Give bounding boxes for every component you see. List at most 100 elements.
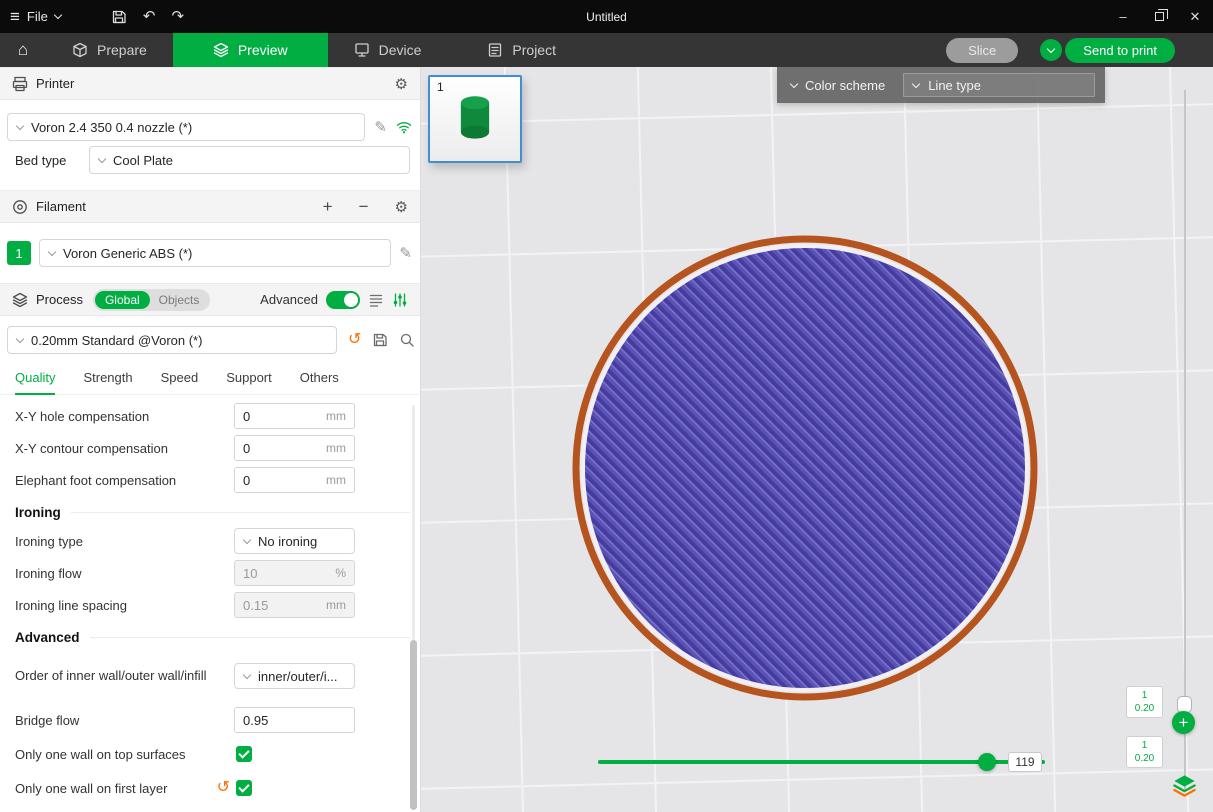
undo-button[interactable]: ↶ — [143, 9, 156, 24]
param-label: Only one wall on top surfaces — [15, 747, 236, 762]
parameter-table-icon[interactable] — [368, 292, 384, 308]
tab-strength[interactable]: Strength — [83, 370, 132, 394]
file-menu-label: File — [27, 9, 48, 24]
param-row: X-Y contour compensation mm — [0, 433, 420, 463]
process-tabs: Quality Strength Speed Support Others — [0, 370, 420, 395]
reset-value-button[interactable]: ↺ — [217, 780, 230, 796]
scope-global-button[interactable]: Global — [95, 291, 150, 309]
printer-preset-value: Voron 2.4 350 0.4 nozzle (*) — [31, 120, 192, 135]
filament-preset-dropdown[interactable]: Voron Generic ABS (*) — [39, 239, 391, 267]
tab-device-label: Device — [379, 42, 422, 58]
filament-preset-value: Voron Generic ABS (*) — [63, 246, 192, 261]
layers-view-button[interactable] — [1171, 772, 1198, 799]
printer-preset-row: Voron 2.4 350 0.4 nozzle (*) ✎ — [7, 113, 412, 141]
ironing-flow-field: % — [234, 560, 355, 586]
save-preset-button[interactable] — [372, 332, 388, 348]
preview-icon — [213, 42, 229, 58]
maximize-button[interactable] — [1141, 0, 1177, 33]
tab-project[interactable]: Project — [461, 33, 582, 67]
printer-section-header: Printer ⚙ — [0, 67, 420, 100]
layer-height: 0.20 — [1135, 702, 1154, 716]
wifi-icon[interactable] — [396, 119, 412, 135]
save-icon — [111, 9, 127, 25]
one-wall-top-checkbox[interactable] — [236, 746, 252, 762]
plate-thumbnail[interactable]: 1 — [428, 75, 522, 163]
process-section-title: Process — [36, 292, 83, 307]
minimize-button[interactable]: – — [1105, 0, 1141, 33]
remove-filament-button[interactable]: − — [359, 198, 369, 215]
ironing-type-dropdown[interactable]: No ironing — [234, 528, 355, 554]
process-icon — [12, 292, 28, 308]
send-options-button[interactable] — [1040, 39, 1062, 61]
param-label: Ironing flow — [15, 566, 234, 581]
chevron-down-icon — [98, 154, 106, 162]
color-scheme-dropdown[interactable]: Color scheme — [787, 78, 889, 93]
slice-button[interactable]: Slice — [946, 38, 1018, 63]
tab-preview-label: Preview — [238, 42, 288, 58]
add-filament-button[interactable]: + — [323, 198, 333, 215]
preview-viewport[interactable]: 1 Color scheme Line type — [421, 67, 1213, 812]
filament-slot-badge[interactable]: 1 — [7, 241, 31, 265]
wall-order-dropdown[interactable]: inner/outer/i... — [234, 663, 355, 689]
bed-type-label: Bed type — [7, 153, 81, 168]
advanced-toggle[interactable] — [326, 291, 360, 309]
app-window: ≡ File ↶ ↷ Untitled – ✕ ⌂ Prepare Pre — [0, 0, 1213, 812]
close-button[interactable]: ✕ — [1177, 0, 1213, 33]
tab-others[interactable]: Others — [300, 370, 339, 394]
xy-hole-compensation-input[interactable] — [243, 409, 322, 424]
reset-preset-button[interactable]: ↺ — [348, 332, 361, 348]
chevron-down-icon — [243, 535, 251, 543]
param-label-modified: Only one wall on first layer — [15, 781, 217, 796]
xy-contour-compensation-input[interactable] — [243, 441, 322, 456]
home-tab[interactable]: ⌂ — [0, 33, 46, 67]
sidebar-scrollbar-thumb[interactable] — [410, 640, 417, 810]
printer-preset-dropdown[interactable]: Voron 2.4 350 0.4 nozzle (*) — [7, 113, 365, 141]
elephant-foot-compensation-input[interactable] — [243, 473, 322, 488]
tab-support[interactable]: Support — [226, 370, 272, 394]
param-row: Only one wall on first layer ↺ — [0, 773, 420, 803]
filament-preset-row: 1 Voron Generic ABS (*) ✎ — [7, 239, 412, 267]
param-row: Order of inner wall/outer wall/infill in… — [0, 655, 420, 697]
printer-settings-button[interactable]: ⚙ — [395, 75, 408, 93]
ironing-type-value: No ironing — [258, 534, 317, 549]
bridge-flow-input[interactable] — [243, 713, 346, 728]
chevron-down-icon — [48, 247, 56, 255]
edit-filament-button[interactable]: ✎ — [399, 246, 412, 261]
tab-device[interactable]: Device — [328, 33, 448, 67]
edit-printer-button[interactable]: ✎ — [374, 120, 387, 135]
save-button[interactable] — [111, 9, 127, 25]
bed-type-dropdown[interactable]: Cool Plate — [89, 146, 410, 174]
scope-objects-button[interactable]: Objects — [150, 293, 209, 307]
printer-section-title: Printer — [36, 76, 74, 91]
redo-button[interactable]: ↷ — [171, 9, 184, 24]
chevron-down-icon — [790, 79, 798, 87]
filament-settings-button[interactable]: ⚙ — [395, 198, 408, 216]
param-row: Ironing line spacing mm — [0, 590, 420, 620]
param-row: Only one wall on top surfaces — [0, 739, 420, 769]
tab-quality[interactable]: Quality — [15, 370, 55, 395]
filament-section-header: Filament + − ⚙ — [0, 190, 420, 223]
send-to-print-button[interactable]: Send to print — [1065, 38, 1175, 63]
process-preset-dropdown[interactable]: 0.20mm Standard @Voron (*) — [7, 326, 337, 354]
plate-number: 1 — [437, 80, 444, 94]
tab-preview[interactable]: Preview — [173, 33, 328, 67]
file-menu[interactable]: ≡ File — [0, 0, 71, 33]
one-wall-first-checkbox[interactable] — [236, 780, 252, 796]
line-type-dropdown[interactable]: Line type — [903, 73, 1095, 97]
layer-slider-add-button[interactable]: + — [1172, 711, 1195, 734]
prepare-icon — [72, 42, 88, 58]
tab-speed[interactable]: Speed — [161, 370, 199, 394]
color-scheme-label: Color scheme — [805, 78, 885, 93]
unit-label: mm — [326, 409, 346, 423]
chevron-down-icon — [1047, 44, 1055, 52]
process-scope-toggle: Global Objects — [93, 289, 210, 311]
move-slider-handle[interactable] — [978, 753, 996, 771]
printer-icon — [12, 76, 28, 92]
search-settings-button[interactable] — [399, 332, 415, 348]
param-label: Bridge flow — [15, 713, 234, 728]
tab-prepare-label: Prepare — [97, 42, 147, 58]
layer-slider-track[interactable] — [1184, 90, 1186, 790]
tune-sliders-icon[interactable] — [392, 292, 408, 308]
param-row: X-Y hole compensation mm — [0, 401, 420, 431]
tab-prepare[interactable]: Prepare — [46, 33, 173, 67]
